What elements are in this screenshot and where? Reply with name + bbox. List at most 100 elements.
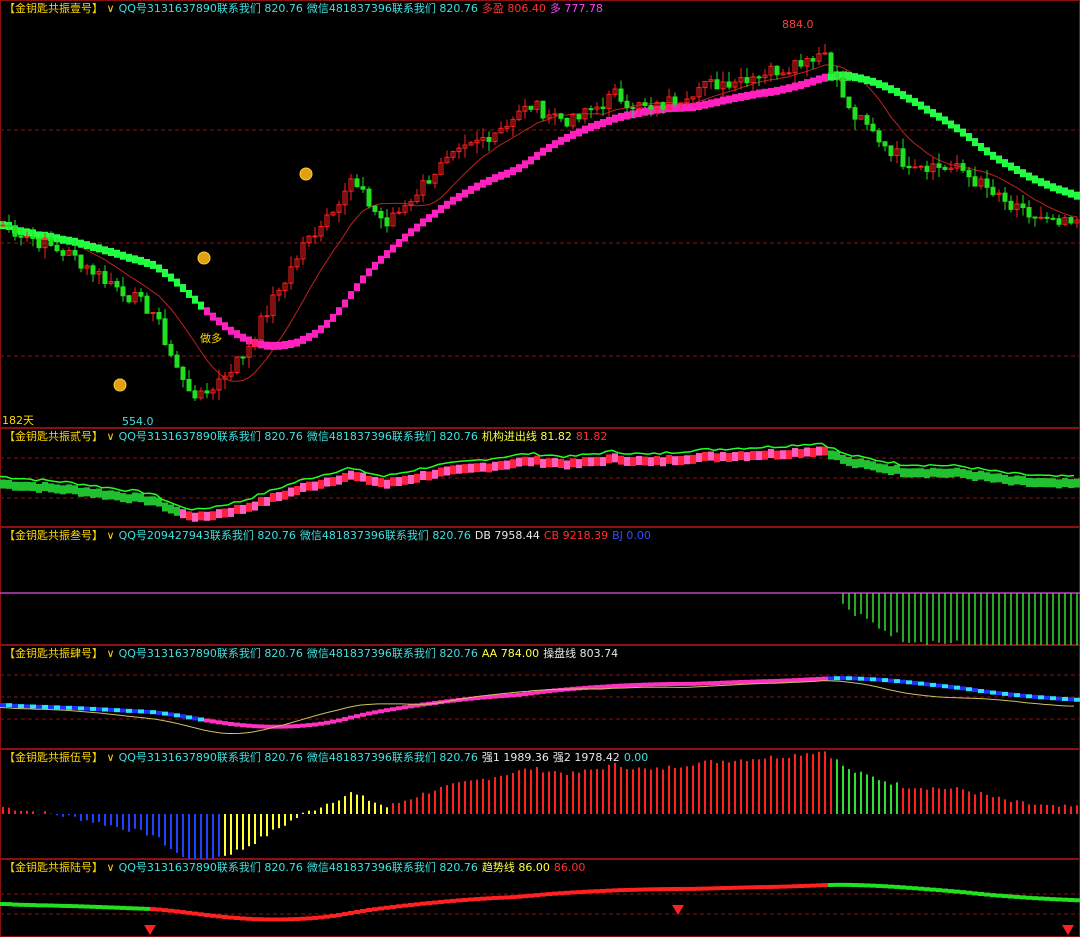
- institution-bar: [696, 453, 702, 463]
- trend-band-block: [516, 164, 522, 173]
- candle-body: [624, 100, 630, 109]
- candle-body: [648, 105, 654, 110]
- trend-band-block: [852, 73, 858, 82]
- candle-body: [936, 163, 942, 168]
- operating-block: [642, 682, 648, 687]
- trend-block: [1014, 894, 1020, 899]
- institution-bar: [480, 462, 486, 472]
- trend-band-block: [612, 114, 618, 123]
- candle-body: [822, 52, 828, 55]
- operating-block: [138, 709, 144, 714]
- trend-band-block: [1068, 189, 1074, 198]
- candle-body: [174, 354, 180, 368]
- candle-body: [126, 295, 132, 303]
- trend-band-block: [900, 91, 906, 100]
- operating-block: [726, 680, 732, 685]
- trend-block: [696, 886, 702, 891]
- institution-bar: [354, 472, 360, 482]
- operating-block: [840, 676, 846, 681]
- institution-bar: [450, 465, 456, 475]
- trend-band-block: [942, 116, 948, 125]
- institution-bar: [612, 453, 618, 463]
- trend-band-block: [192, 295, 198, 304]
- trend-block: [858, 883, 864, 888]
- operating-block: [516, 692, 522, 697]
- trend-block: [444, 899, 450, 904]
- trend-band-block: [1032, 175, 1038, 184]
- trend-block: [516, 894, 522, 899]
- institution-bar: [144, 496, 150, 506]
- candle-body: [30, 236, 36, 239]
- trend-band-block: [258, 340, 264, 349]
- institution-bar: [300, 482, 306, 492]
- trend-block: [264, 917, 270, 922]
- trend-band-block: [1026, 172, 1032, 181]
- trend-block: [420, 901, 426, 906]
- trend-band-block: [978, 142, 984, 151]
- trend-band-block: [720, 96, 726, 105]
- candle-body: [744, 77, 750, 84]
- panel-header-5: 【金钥匙共振伍号】 ∨ QQ号3131637890联系我们 820.76 微信481…: [4, 751, 652, 765]
- trend-band-block: [864, 76, 870, 85]
- trend-block: [894, 884, 900, 889]
- trend-block: [450, 898, 456, 903]
- institution-bar: [930, 467, 936, 477]
- institution-bar: [720, 451, 726, 461]
- operating-block: [834, 676, 840, 681]
- institution-bar: [366, 475, 372, 485]
- trend-block: [414, 902, 420, 907]
- operating-block: [684, 681, 690, 686]
- trend-block: [642, 887, 648, 892]
- trend-block: [1026, 895, 1032, 900]
- institution-bar: [744, 452, 750, 462]
- trend-band-block: [174, 278, 180, 287]
- operating-block: [852, 676, 858, 681]
- trend-block: [738, 885, 744, 890]
- trend-band-block: [354, 283, 360, 292]
- institution-bar: [900, 468, 906, 478]
- trend-band-block: [1044, 180, 1050, 189]
- institution-bar: [870, 461, 876, 471]
- trend-band-block: [1008, 162, 1014, 171]
- operating-block: [696, 681, 702, 686]
- institution-bar: [414, 473, 420, 483]
- institution-bar: [798, 448, 804, 458]
- coin-icon: [197, 251, 211, 265]
- operating-block: [294, 724, 300, 729]
- trend-band-block: [822, 73, 828, 82]
- institution-bar: [474, 463, 480, 473]
- trend-band-block: [594, 120, 600, 129]
- trend-band-block: [888, 85, 894, 94]
- trend-band-block: [696, 102, 702, 111]
- trend-block: [768, 884, 774, 889]
- institution-bar: [270, 492, 276, 502]
- panel-value: 操盘线 803.74: [543, 647, 619, 660]
- trend-band-block: [936, 112, 942, 121]
- trend-band-block: [912, 98, 918, 107]
- panel-value: 微信481837396联系我们 820.76: [306, 861, 478, 874]
- operating-block: [252, 724, 258, 729]
- candle-body: [864, 115, 870, 125]
- operating-block: [708, 681, 714, 686]
- candle-body: [1008, 200, 1014, 210]
- operating-block: [12, 703, 18, 708]
- panel-value: 86.00: [553, 861, 586, 874]
- operating-block: [288, 724, 294, 729]
- trend-band-block: [558, 136, 564, 145]
- trend-block: [936, 888, 942, 893]
- trend-block: [552, 891, 558, 896]
- institution-bar: [978, 470, 984, 480]
- institution-bar: [444, 466, 450, 476]
- trend-block: [816, 883, 822, 888]
- trend-block: [198, 912, 204, 917]
- candle-body: [1056, 218, 1062, 225]
- operating-block: [828, 676, 834, 681]
- operating-block: [666, 682, 672, 687]
- operating-block: [1020, 693, 1026, 698]
- trend-band-block: [960, 128, 966, 137]
- trend-band-block: [108, 247, 114, 256]
- trend-block: [954, 889, 960, 894]
- trend-block: [786, 884, 792, 889]
- trend-block: [540, 892, 546, 897]
- candle-body: [810, 58, 816, 62]
